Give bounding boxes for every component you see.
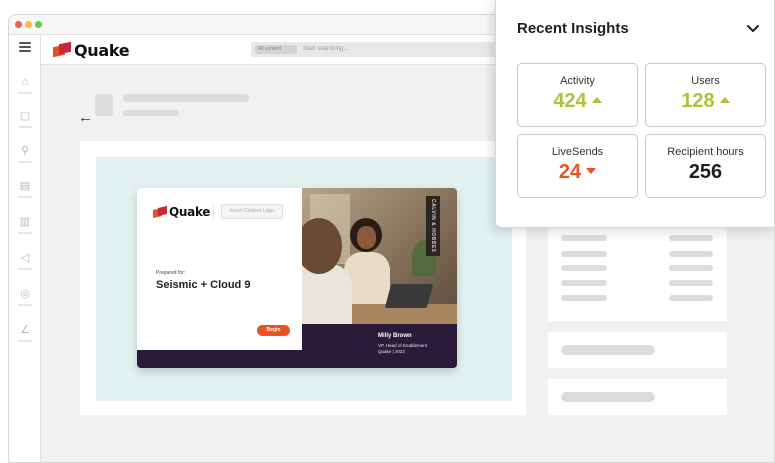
stat-number: 128	[681, 90, 715, 112]
search-scope-chip[interactable]: All content	[255, 45, 297, 54]
quake-logo-icon	[153, 206, 167, 218]
trend-down-icon	[586, 167, 597, 174]
close-window-dot[interactable]	[15, 21, 22, 28]
stat-label: Activity	[560, 75, 595, 87]
stat-recipient-hours[interactable]: Recipient hours 256	[645, 134, 766, 198]
sidebar-label-placeholder	[18, 268, 32, 270]
details-placeholder	[561, 280, 607, 286]
sidebar-label-placeholder	[18, 196, 32, 198]
logo-divider	[213, 205, 214, 219]
logo-text: Quake	[74, 40, 130, 60]
photo-laptop	[384, 284, 434, 308]
photo-sign: CALVIN & HOBBES	[426, 196, 440, 256]
inbox-icon[interactable]: ▤	[18, 179, 32, 193]
insert-content-logo[interactable]: Insert Content Logo	[221, 204, 283, 219]
preview-quake-logo: Quake	[153, 205, 210, 219]
minimize-window-dot[interactable]	[25, 21, 32, 28]
trend-up-icon	[719, 96, 730, 103]
stat-value: 128	[646, 90, 765, 113]
sidebar-label-placeholder	[18, 304, 32, 306]
quake-logo-icon	[53, 41, 71, 58]
presenter-role: VP, Head of Enablement Quake | 2022	[378, 343, 448, 355]
home-icon[interactable]: ⌂	[18, 75, 32, 89]
details-placeholder	[561, 265, 607, 271]
begin-button[interactable]: Begin	[257, 325, 290, 336]
recipient-name: Seismic + Cloud 9	[156, 279, 251, 291]
sidebar-label-placeholder	[18, 92, 32, 94]
details-placeholder	[561, 235, 607, 241]
details-placeholder	[669, 235, 713, 241]
trend-up-icon	[591, 96, 602, 103]
stat-value: 24	[518, 161, 637, 184]
hamburger-menu-icon[interactable]	[19, 42, 31, 52]
stat-users[interactable]: Users 128	[645, 63, 766, 127]
recent-insights-title: Recent Insights	[517, 20, 629, 37]
page-thumbnail-placeholder	[95, 94, 113, 116]
stat-number: 256	[688, 161, 723, 183]
help-icon[interactable]: ◎	[18, 287, 32, 301]
sidebar-label-placeholder	[18, 340, 32, 342]
sidebar: ⌂ ▢ ⚲ ▤ ▥ ◁ ◎ ∠	[9, 35, 41, 462]
stat-livesends[interactable]: LiveSends 24	[517, 134, 638, 198]
presenter-photo: CALVIN & HOBBES	[302, 188, 457, 324]
quake-logo[interactable]: Quake	[53, 40, 130, 60]
recent-insights-panel: Recent Insights Activity 424 Users 128 L…	[495, 0, 775, 228]
sidebar-label-placeholder	[18, 161, 32, 163]
page-title-placeholder	[123, 94, 249, 102]
back-arrow-icon[interactable]: ←	[78, 110, 93, 126]
search-input[interactable]: All content Start searching...	[251, 42, 511, 57]
prepared-for-label: Prepared for:	[156, 270, 186, 276]
secondary-placeholder	[561, 345, 655, 355]
details-placeholder	[561, 295, 607, 301]
livesend-preview[interactable]: CALVIN & HOBBES Quake Insert Content Log…	[137, 188, 457, 368]
chevron-down-icon[interactable]	[746, 22, 760, 36]
preview-logo-text: Quake	[169, 205, 211, 219]
details-placeholder	[669, 265, 713, 271]
sidebar-label-placeholder	[18, 126, 32, 128]
stat-activity[interactable]: Activity 424	[517, 63, 638, 127]
signature-icon[interactable]: ∠	[18, 323, 32, 337]
maximize-window-dot[interactable]	[35, 21, 42, 28]
stat-label: LiveSends	[551, 146, 604, 158]
sidebar-label-placeholder	[18, 232, 32, 234]
stat-number: 424	[553, 90, 587, 112]
notes-icon[interactable]: ▢	[18, 109, 32, 123]
details-placeholder	[669, 251, 713, 257]
presenter-company: Quake | 2022	[378, 349, 405, 354]
photo-person-back	[302, 264, 352, 324]
details-placeholder	[669, 280, 713, 286]
presenter-name: Milly Brown	[378, 333, 412, 339]
page-subtitle-placeholder	[123, 110, 179, 116]
details-placeholder	[669, 295, 713, 301]
tertiary-placeholder	[561, 392, 655, 402]
stat-value: 256	[646, 161, 765, 184]
details-placeholder	[561, 251, 607, 257]
stat-label: Recipient hours	[667, 146, 744, 158]
stat-value: 424	[518, 90, 637, 113]
stat-number: 24	[558, 161, 582, 183]
wrench-icon[interactable]: ⚲	[18, 144, 32, 158]
analytics-icon[interactable]: ▥	[18, 215, 32, 229]
search-placeholder: Start searching...	[303, 46, 349, 52]
stat-label: Users	[691, 75, 720, 87]
photo-person-face	[357, 226, 376, 249]
send-icon[interactable]: ◁	[18, 251, 32, 265]
